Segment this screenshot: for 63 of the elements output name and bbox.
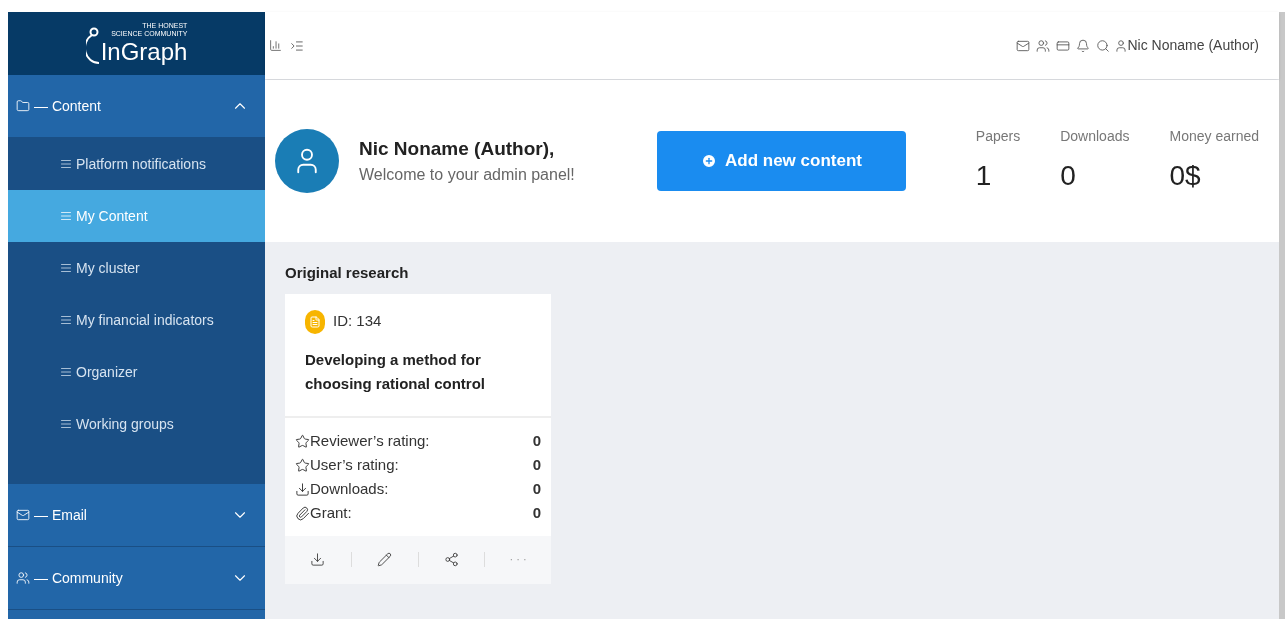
user-name-link[interactable]: Nic Noname (Author) bbox=[1127, 35, 1259, 56]
metric-value: 0 bbox=[532, 455, 541, 476]
section-title: Original research bbox=[285, 263, 410, 283]
folder-icon bbox=[16, 99, 30, 113]
lines-icon bbox=[60, 366, 72, 378]
logo-ring-icon bbox=[85, 25, 100, 66]
sidebar-item-label: My cluster bbox=[76, 258, 140, 278]
download-icon bbox=[310, 552, 326, 567]
user-icon[interactable] bbox=[1113, 38, 1128, 53]
paperclip-icon bbox=[295, 506, 310, 521]
bar-chart-icon[interactable] bbox=[269, 39, 282, 52]
lines-icon bbox=[60, 418, 72, 430]
sidebar-item-label: My financial indicators bbox=[76, 310, 214, 330]
share-icon bbox=[443, 552, 459, 567]
sidebar-group-label: — Email bbox=[34, 505, 88, 525]
lines-icon bbox=[60, 210, 72, 222]
stat-label: Papers bbox=[975, 126, 1021, 146]
star-icon bbox=[295, 458, 310, 473]
people-icon[interactable] bbox=[1035, 38, 1050, 53]
paper-id: ID: 134 bbox=[333, 311, 382, 332]
sidebar-item[interactable]: Platform notifications bbox=[8, 138, 265, 190]
lines-icon bbox=[60, 314, 72, 326]
metric-label: Grant: bbox=[310, 503, 353, 524]
document-icon bbox=[305, 309, 325, 334]
welcome-message: Welcome to your admin panel! bbox=[359, 165, 576, 186]
add-content-button[interactable]: Add new content bbox=[657, 131, 906, 191]
stat-label: Downloads bbox=[1060, 126, 1130, 146]
sidebar-group-label: — Community bbox=[34, 568, 124, 588]
sidebar-item-label: Working groups bbox=[76, 414, 174, 434]
metric-label: Reviewer’s rating: bbox=[310, 431, 431, 452]
stat-value: 0$ bbox=[1169, 158, 1202, 193]
logo-text: InGraph bbox=[100, 37, 188, 66]
metric-value: 0 bbox=[532, 431, 541, 452]
welcome-name: Nic Noname (Author), bbox=[359, 136, 556, 161]
metric-value: 0 bbox=[532, 503, 541, 524]
pencil-icon bbox=[377, 552, 393, 567]
bell-icon[interactable] bbox=[1075, 38, 1090, 53]
paper-title: Developing a method for choosing rational control bbox=[305, 349, 486, 394]
metric-value: 0 bbox=[532, 479, 541, 500]
sidebar-item-label: Organizer bbox=[76, 362, 138, 382]
sidebar-item[interactable]: Working groups bbox=[8, 398, 265, 450]
sidebar-item[interactable]: My financial indicators bbox=[8, 294, 265, 346]
download-icon bbox=[295, 482, 310, 497]
stat-value: 1 bbox=[975, 158, 993, 193]
people-icon bbox=[16, 571, 30, 585]
sidebar-item-label: Platform notifications bbox=[76, 154, 206, 174]
sidebar-group-label: — Content bbox=[34, 96, 102, 116]
sidebar-item-label: My Content bbox=[76, 206, 148, 226]
metric-label: User’s rating: bbox=[310, 455, 400, 476]
stat-label: Money earned bbox=[1169, 126, 1259, 146]
envelope-icon[interactable] bbox=[1015, 38, 1030, 53]
stat-value: 0 bbox=[1060, 158, 1077, 193]
sidebar-item[interactable]: My cluster bbox=[8, 242, 265, 294]
sidebar-item[interactable]: Organizer bbox=[8, 346, 265, 398]
card-icon[interactable] bbox=[1055, 38, 1070, 53]
lines-icon bbox=[60, 158, 72, 170]
plus-icon bbox=[701, 153, 717, 169]
metric-label: Downloads: bbox=[310, 479, 390, 500]
search-icon[interactable] bbox=[1095, 38, 1110, 53]
indent-list-icon[interactable] bbox=[290, 38, 304, 53]
envelope-icon bbox=[16, 508, 30, 522]
star-icon bbox=[295, 434, 310, 449]
lines-icon bbox=[60, 262, 72, 274]
